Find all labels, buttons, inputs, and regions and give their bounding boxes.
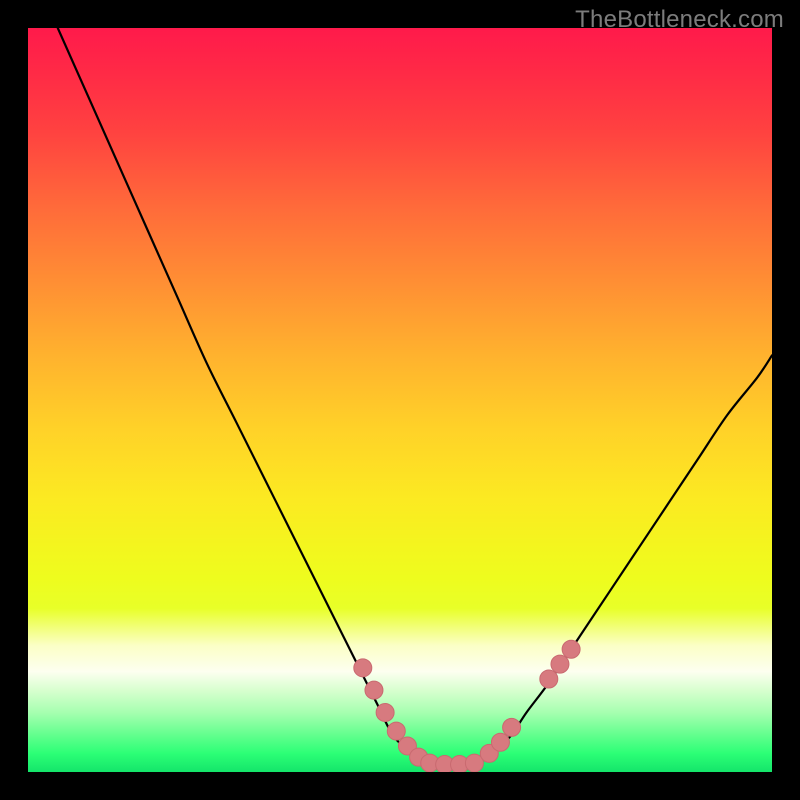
curve-marker — [365, 681, 383, 699]
curve-marker — [562, 640, 580, 658]
bottleneck-curve — [58, 28, 772, 765]
curve-marker — [540, 670, 558, 688]
curve-path — [58, 28, 772, 765]
curve-marker — [491, 733, 509, 751]
watermark-text: TheBottleneck.com — [575, 6, 784, 34]
curve-marker — [503, 718, 521, 736]
curve-marker — [551, 655, 569, 673]
curve-marker — [376, 703, 394, 721]
curve-marker — [387, 722, 405, 740]
curve-marker — [354, 659, 372, 677]
curve-markers — [354, 640, 580, 772]
plot-area — [28, 28, 772, 772]
curve-layer — [28, 28, 772, 772]
chart-stage: TheBottleneck.com — [0, 0, 800, 800]
